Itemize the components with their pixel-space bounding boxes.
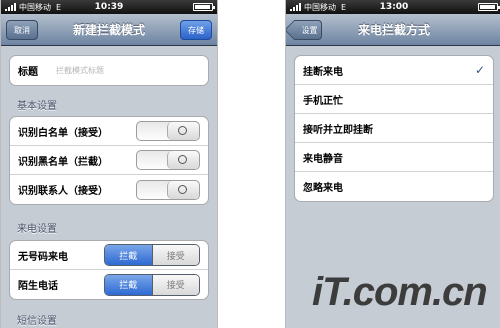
contacts-toggle[interactable] xyxy=(136,179,200,200)
page-title: 新建拦截模式 xyxy=(72,23,145,37)
nav-bar: 取消 新建拦截模式 存储 xyxy=(1,14,217,46)
whitelist-label: 识别白名单（接受） xyxy=(18,127,108,139)
whitelist-row: 识别白名单（接受） xyxy=(10,117,208,146)
option-label: 来电静音 xyxy=(303,153,343,165)
option-label: 手机正忙 xyxy=(303,95,343,107)
title-input[interactable]: 拦截模式标题 xyxy=(56,65,104,76)
title-label: 标题 xyxy=(18,67,38,78)
checkmark-icon: ✓ xyxy=(474,63,485,77)
off-icon xyxy=(178,184,187,194)
status-bar: 中国移动 E 13:00 xyxy=(286,0,500,14)
call-settings-group: 无号码来电 拦截 接受 陌生电话 拦截 接受 xyxy=(9,240,209,300)
stranger-label: 陌生电话 xyxy=(18,281,58,292)
save-button[interactable]: 存储 xyxy=(180,20,212,40)
blacklist-row: 识别黑名单（拦截） xyxy=(10,146,208,175)
no-number-label: 无号码来电 xyxy=(18,251,68,263)
off-icon xyxy=(178,126,187,135)
back-button[interactable]: 设置 xyxy=(294,20,322,40)
nav-bar: 设置 来电拦截方式 xyxy=(286,14,500,46)
status-bar: 中国移动 E 10:39 xyxy=(1,0,217,14)
accept-segment[interactable]: 接受 xyxy=(151,245,199,265)
clock: 13:00 xyxy=(379,2,409,12)
stranger-row: 陌生电话 拦截 接受 xyxy=(10,270,208,299)
accept-segment[interactable]: 接受 xyxy=(151,274,199,295)
page-title: 来电拦截方式 xyxy=(357,23,430,37)
left-phone-screen: 中国移动 E 10:39 取消 新建拦截模式 存储 标题 拦截模式标题 基本设置… xyxy=(0,0,218,328)
whitelist-toggle[interactable] xyxy=(136,121,200,141)
cancel-button[interactable]: 取消 xyxy=(6,20,38,40)
block-segment[interactable]: 拦截 xyxy=(105,274,152,295)
clock: 10:39 xyxy=(94,2,124,12)
option-busy[interactable]: 手机正忙 xyxy=(295,85,493,114)
option-label: 挂断来电 xyxy=(303,66,343,78)
option-mute[interactable]: 来电静音 xyxy=(295,143,493,172)
call-settings-header: 来电设置 xyxy=(17,224,57,235)
block-segment[interactable]: 拦截 xyxy=(105,245,152,265)
stranger-segmented-control: 拦截 接受 xyxy=(104,273,200,296)
basic-settings-group: 识别白名单（接受） 识别黑名单（拦截） 识别联系人（接受） xyxy=(9,116,209,205)
option-label: 忽略来电 xyxy=(303,183,343,194)
off-icon xyxy=(178,155,187,164)
block-method-list: 挂断来电 ✓ 手机正忙 接听并立即挂断 来电静音 忽略来电 xyxy=(294,55,494,202)
contacts-label: 识别联系人（接受） xyxy=(18,186,108,197)
contacts-row: 识别联系人（接受） xyxy=(10,175,208,204)
option-ignore[interactable]: 忽略来电 xyxy=(295,172,493,201)
sms-settings-header: 短信设置 xyxy=(17,316,57,327)
title-group: 标题 拦截模式标题 xyxy=(9,55,209,86)
option-hang-up[interactable]: 挂断来电 ✓ xyxy=(295,56,493,85)
no-number-segmented-control: 拦截 接受 xyxy=(104,244,200,266)
title-row[interactable]: 标题 拦截模式标题 xyxy=(10,56,208,85)
battery-icon xyxy=(193,3,215,11)
blacklist-toggle[interactable] xyxy=(136,150,200,170)
option-label: 接听并立即挂断 xyxy=(303,124,373,136)
blacklist-label: 识别黑名单（拦截） xyxy=(18,156,108,168)
option-answer-hang-up[interactable]: 接听并立即挂断 xyxy=(295,114,493,143)
battery-icon xyxy=(478,3,500,11)
basic-settings-header: 基本设置 xyxy=(17,101,57,112)
no-number-row: 无号码来电 拦截 接受 xyxy=(10,241,208,270)
site-watermark: iT.com.cn xyxy=(312,270,488,314)
